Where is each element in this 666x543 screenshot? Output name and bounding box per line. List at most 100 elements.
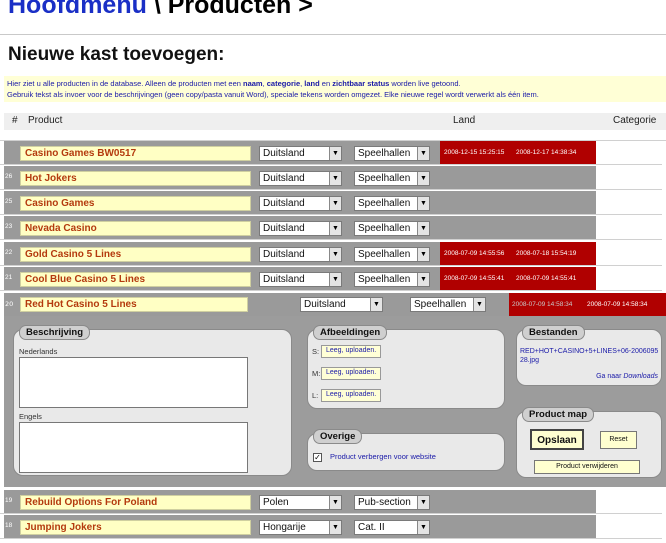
product-name-input[interactable]: Casino Games BW0517 [20,146,251,161]
category-select[interactable]: Pub-section ▼ [354,495,430,510]
chevron-down-icon: ▼ [417,273,429,286]
product-name-input[interactable]: Cool Blue Casino 5 Lines [20,272,251,287]
product-name-input[interactable]: Jumping Jokers [20,520,251,535]
table-row: 19 Rebuild Options For Poland Polen ▼ Pub-se… [4,490,666,513]
file-link[interactable]: RED+HOT+CASINO+5+LINES+06-200609528.jpg [520,347,662,365]
hide-product-label[interactable]: Product verbergen voor website [330,452,436,461]
country-value: Duitsland [263,249,305,260]
row-divider [0,538,662,539]
edit-date-created: 2008-07-09 14:58:34 [512,301,573,308]
table-header: # Product Land Categorie [4,113,666,130]
beschrijving-panel: Beschrijving Nederlands Engels [13,325,292,476]
country-select[interactable]: Duitsland ▼ [259,272,342,287]
breadcrumb: Hoofdmenu \ Producten > [8,0,313,25]
chevron-down-icon: ▼ [329,248,341,261]
country-value: Polen [263,497,289,508]
downloads-link[interactable]: Downloads [623,373,658,380]
col-product: Product [28,115,63,126]
header-divider [0,34,666,35]
date-created: 2008-07-09 14:55:56 [444,250,505,257]
edit-product-name-input[interactable]: Red Hot Casino 5 Lines [20,297,248,312]
edit-category-value: Speelhallen [414,299,467,310]
table-row: 26 Hot Jokers Duitsland ▼ Speelhallen ▼ [4,166,666,189]
category-value: Pub-section [358,497,411,508]
row-num: 21 [5,274,13,281]
row-divider [0,513,662,514]
country-select[interactable]: Hongarije ▼ [259,520,342,535]
country-select[interactable]: Duitsland ▼ [259,247,342,262]
col-categorie: Categorie [613,115,657,126]
image-label-l: L: [312,391,319,400]
category-select[interactable]: Speelhallen ▼ [354,196,430,211]
table-row: 21 Cool Blue Casino 5 Lines Duitsland ▼ Spee… [4,267,666,290]
category-value: Speelhallen [358,198,411,209]
intro-bold-land: land [304,79,320,88]
edit-category-select[interactable]: Speelhallen ▼ [410,297,486,312]
upload-image-l-button[interactable]: Leeg, uploaden. [321,389,382,402]
row-divider [0,290,662,291]
category-select[interactable]: Speelhallen ▼ [354,272,430,287]
breadcrumb-home-link[interactable]: Hoofdmenu [8,0,147,19]
image-label-m: M: [312,369,321,378]
row-divider [0,214,662,215]
table-row: 22 Gold Casino 5 Lines Duitsland ▼ Speelhall… [4,242,666,265]
overige-panel: Overige ✓ Product verbergen voor website [307,429,505,471]
description-en-textarea[interactable] [19,422,248,473]
save-button[interactable]: Opslaan [530,429,584,450]
country-value: Duitsland [263,173,305,184]
category-select[interactable]: Speelhallen ▼ [354,171,430,186]
chevron-down-icon: ▼ [329,521,341,534]
hide-product-checkbox[interactable]: ✓ [313,453,322,462]
row-divider [0,164,662,165]
chevron-down-icon: ▼ [329,147,341,160]
edit-country-select[interactable]: Duitsland ▼ [300,297,383,312]
afbeeldingen-panel: Afbeeldingen S: Leeg, uploaden. M: Leeg,… [307,325,505,409]
bestanden-panel: Bestanden RED+HOT+CASINO+5+LINES+06-2006… [516,325,662,386]
product-map-panel: Product map Opslaan Reset Product verwij… [516,407,662,478]
upload-image-m-button[interactable]: Leeg, uploaden. [321,367,382,380]
image-label-s: S: [312,347,320,356]
category-value: Speelhallen [358,249,411,260]
product-name-input[interactable]: Rebuild Options For Poland [20,495,251,510]
row-num: 18 [5,522,13,529]
chevron-down-icon: ▼ [417,172,429,185]
product-name-input[interactable]: Casino Games [20,196,251,211]
category-value: Cat. II [358,522,385,533]
beschrijving-title: Beschrijving [19,325,91,340]
country-select[interactable]: Duitsland ▼ [259,221,342,236]
chevron-down-icon: ▼ [329,197,341,210]
chevron-down-icon: ▼ [329,273,341,286]
row-date-bg [440,490,596,513]
row-num: 22 [5,249,13,256]
category-value: Speelhallen [358,274,411,285]
category-value: Speelhallen [358,223,411,234]
product-name-input[interactable]: Hot Jokers [20,171,251,186]
row-num: 19 [5,497,13,504]
country-value: Hongarije [263,522,306,533]
delete-product-button[interactable]: Product verwijderen [534,460,640,474]
intro-line-1: Hier ziet u alle producten in de databas… [7,78,663,89]
country-value: Duitsland [263,198,305,209]
reset-button[interactable]: Reset [600,431,637,449]
country-select[interactable]: Polen ▼ [259,495,342,510]
upload-image-s-button[interactable]: Leeg, uploaden. [321,345,382,358]
category-select[interactable]: Speelhallen ▼ [354,146,430,161]
date-created: 2008-12-15 15:25:15 [444,149,505,156]
country-select[interactable]: Duitsland ▼ [259,196,342,211]
row-num: 26 [5,173,13,180]
category-value: Speelhallen [358,173,411,184]
chevron-down-icon: ▼ [370,298,382,311]
country-value: Duitsland [263,274,305,285]
product-map-title: Product map [522,407,595,422]
chevron-down-icon: ▼ [417,197,429,210]
description-nl-textarea[interactable] [19,357,248,408]
category-select[interactable]: Cat. II ▼ [354,520,430,535]
category-select[interactable]: Speelhallen ▼ [354,221,430,236]
country-select[interactable]: Duitsland ▼ [259,146,342,161]
country-select[interactable]: Duitsland ▼ [259,171,342,186]
chevron-down-icon: ▼ [417,248,429,261]
product-name-input[interactable]: Gold Casino 5 Lines [20,247,251,262]
product-name-input[interactable]: Nevada Casino [20,221,251,236]
date-created: 2008-07-09 14:55:41 [444,275,505,282]
category-select[interactable]: Speelhallen ▼ [354,247,430,262]
